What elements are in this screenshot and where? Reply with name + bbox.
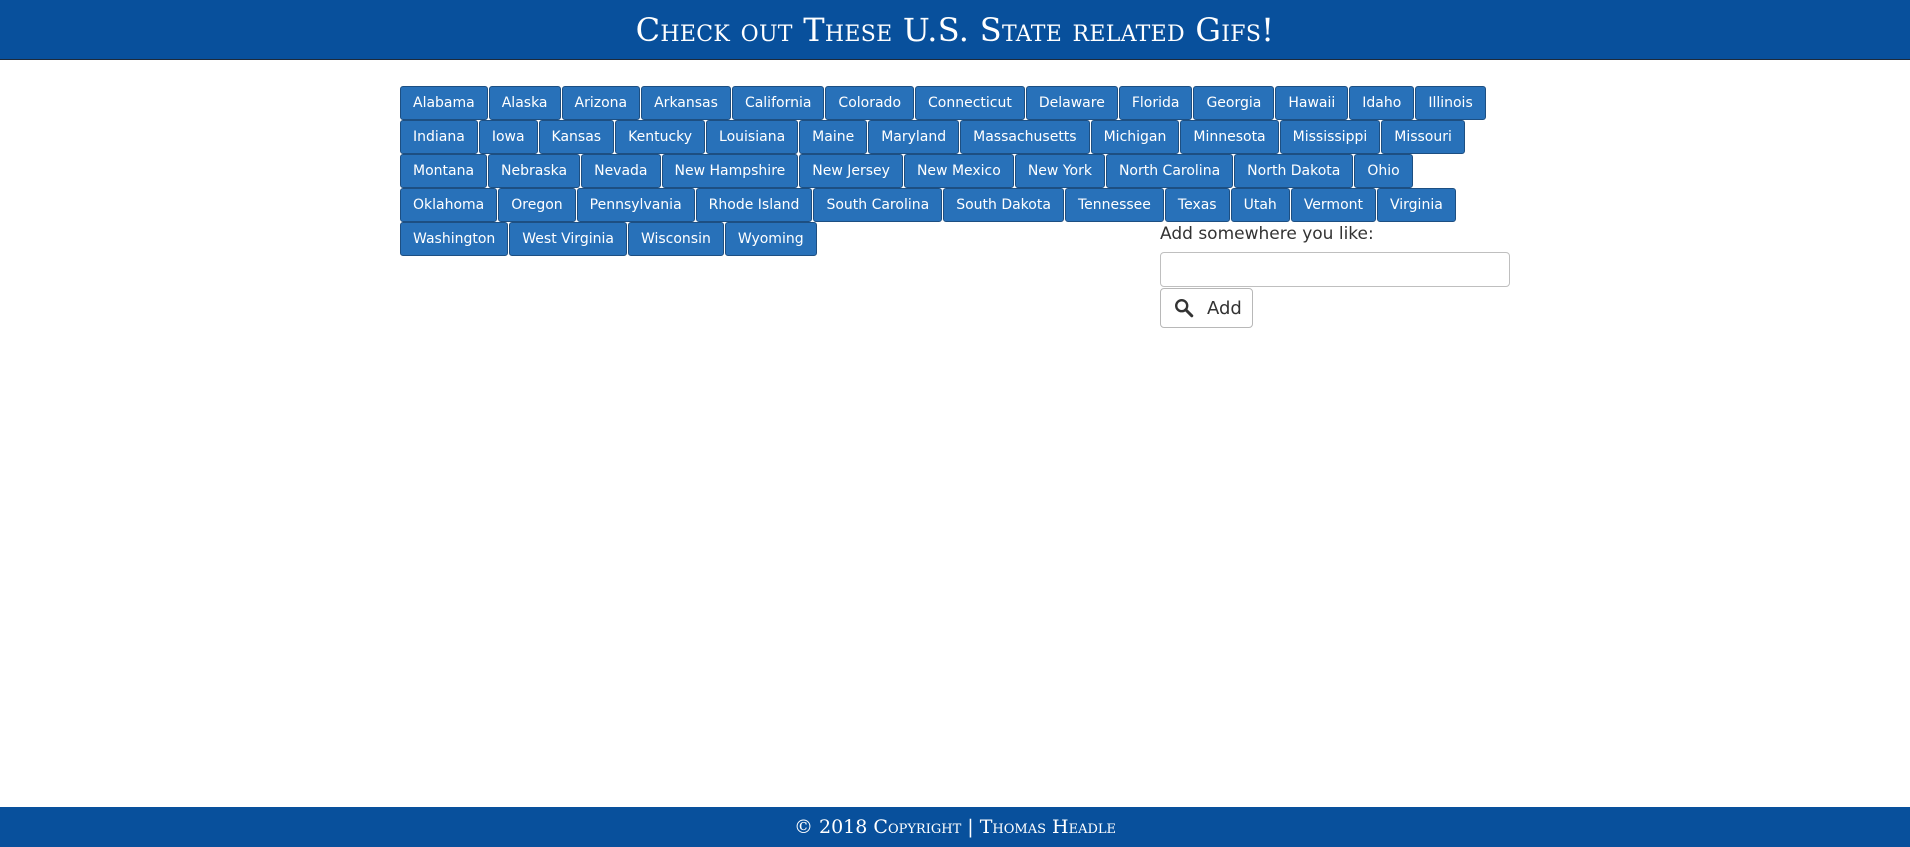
- state-button-oklahoma[interactable]: Oklahoma: [400, 188, 498, 222]
- state-button-maryland[interactable]: Maryland: [868, 120, 960, 154]
- state-button-west-virginia[interactable]: West Virginia: [509, 222, 627, 256]
- state-button-michigan[interactable]: Michigan: [1090, 120, 1180, 154]
- state-button-arkansas[interactable]: Arkansas: [641, 86, 731, 120]
- state-button-missouri[interactable]: Missouri: [1381, 120, 1465, 154]
- state-button-vermont[interactable]: Vermont: [1290, 188, 1376, 222]
- state-button-south-dakota[interactable]: South Dakota: [943, 188, 1064, 222]
- state-button-connecticut[interactable]: Connecticut: [915, 86, 1025, 120]
- state-button-illinois[interactable]: Illinois: [1415, 86, 1486, 120]
- state-button-kansas[interactable]: Kansas: [538, 120, 615, 154]
- state-button-new-mexico[interactable]: New Mexico: [903, 154, 1014, 188]
- page-title: Check out These U.S. State related Gifs!: [635, 10, 1275, 49]
- page-footer: © 2018 Copyright | Thomas Headle: [0, 807, 1910, 847]
- state-button-hawaii[interactable]: Hawaii: [1275, 86, 1349, 120]
- footer-copyright: © 2018 Copyright | Thomas Headle: [793, 816, 1117, 838]
- state-button-georgia[interactable]: Georgia: [1193, 86, 1275, 120]
- add-location-input[interactable]: [1160, 252, 1510, 287]
- state-button-louisiana[interactable]: Louisiana: [706, 120, 799, 154]
- state-button-wisconsin[interactable]: Wisconsin: [627, 222, 724, 256]
- state-button-wyoming[interactable]: Wyoming: [724, 222, 817, 256]
- state-button-montana[interactable]: Montana: [400, 154, 488, 188]
- state-button-new-hampshire[interactable]: New Hampshire: [661, 154, 799, 188]
- state-button-north-carolina[interactable]: North Carolina: [1105, 154, 1234, 188]
- state-button-pennsylvania[interactable]: Pennsylvania: [576, 188, 695, 222]
- state-button-nebraska[interactable]: Nebraska: [488, 154, 581, 188]
- state-button-north-dakota[interactable]: North Dakota: [1234, 154, 1354, 188]
- state-button-alaska[interactable]: Alaska: [488, 86, 561, 120]
- state-button-virginia[interactable]: Virginia: [1377, 188, 1456, 222]
- state-button-colorado[interactable]: Colorado: [825, 86, 915, 120]
- state-button-iowa[interactable]: Iowa: [478, 120, 538, 154]
- state-button-new-jersey[interactable]: New Jersey: [799, 154, 903, 188]
- state-button-maine[interactable]: Maine: [799, 120, 868, 154]
- state-button-south-carolina[interactable]: South Carolina: [813, 188, 943, 222]
- state-button-alabama[interactable]: Alabama: [400, 86, 488, 120]
- state-button-indiana[interactable]: Indiana: [400, 120, 478, 154]
- state-button-rhode-island[interactable]: Rhode Island: [695, 188, 813, 222]
- state-button-nevada[interactable]: Nevada: [581, 154, 661, 188]
- state-button-ohio[interactable]: Ohio: [1354, 154, 1413, 188]
- add-button[interactable]: Add: [1160, 288, 1253, 328]
- state-button-california[interactable]: California: [731, 86, 825, 120]
- state-button-mississippi[interactable]: Mississippi: [1279, 120, 1381, 154]
- state-button-massachusetts[interactable]: Massachusetts: [960, 120, 1090, 154]
- page-header: Check out These U.S. State related Gifs!: [0, 0, 1910, 60]
- state-button-arizona[interactable]: Arizona: [561, 86, 641, 120]
- add-location-label: Add somewhere you like:: [1160, 224, 1374, 244]
- state-button-washington[interactable]: Washington: [400, 222, 509, 256]
- state-button-oregon[interactable]: Oregon: [498, 188, 576, 222]
- state-button-tennessee[interactable]: Tennessee: [1064, 188, 1164, 222]
- state-button-florida[interactable]: Florida: [1118, 86, 1193, 120]
- state-button-kentucky[interactable]: Kentucky: [615, 120, 706, 154]
- state-button-delaware[interactable]: Delaware: [1025, 86, 1118, 120]
- add-button-label: Add: [1207, 297, 1242, 319]
- state-button-new-york[interactable]: New York: [1014, 154, 1105, 188]
- search-icon: [1173, 297, 1195, 319]
- state-button-utah[interactable]: Utah: [1230, 188, 1290, 222]
- add-location-form: Add somewhere you like: Add: [1160, 222, 1512, 328]
- state-button-minnesota[interactable]: Minnesota: [1180, 120, 1279, 154]
- state-button-texas[interactable]: Texas: [1164, 188, 1230, 222]
- state-button-idaho[interactable]: Idaho: [1349, 86, 1415, 120]
